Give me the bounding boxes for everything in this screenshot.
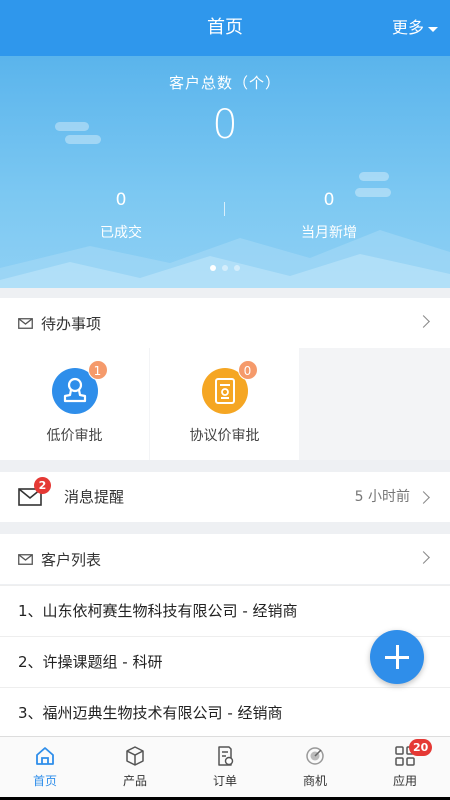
chevron-right-icon <box>417 551 430 564</box>
tab-home[interactable]: 首页 <box>0 737 90 800</box>
order-icon <box>218 746 234 766</box>
customer-total-value: 0 <box>212 102 238 148</box>
add-button[interactable] <box>370 630 424 684</box>
message-badge: 2 <box>34 477 51 494</box>
list-item[interactable]: 3、福州迈典生物技术有限公司 - 经销商 <box>0 687 450 738</box>
todo-item-label: 低价审批 <box>46 428 103 444</box>
stat-new-value: 0 <box>323 190 335 210</box>
opportunity-icon <box>306 747 324 765</box>
box-icon <box>126 746 144 766</box>
message-reminder-row[interactable]: 2 消息提醒 5 小时前 <box>0 472 450 522</box>
more-menu-button[interactable]: 更多 <box>392 0 438 56</box>
banner-pager <box>0 265 450 271</box>
page-title: 首页 <box>207 17 243 38</box>
caret-down-icon <box>428 26 438 32</box>
chevron-right-icon <box>417 491 430 504</box>
stat-closed-label: 已成交 <box>100 225 142 241</box>
stamp-icon: 1 <box>51 360 108 414</box>
stat-closed: 0 已成交 <box>46 190 196 242</box>
todo-item-label: 协议价审批 <box>189 428 260 444</box>
stat-new-this-month: 0 当月新增 <box>254 190 404 242</box>
todo-badge: 1 <box>87 360 108 380</box>
todo-item-agreement-price-approval[interactable]: 0 协议价审批 <box>150 348 299 460</box>
chevron-right-icon <box>417 315 430 328</box>
tab-label: 首页 <box>32 774 57 788</box>
tab-label: 订单 <box>212 774 237 788</box>
stat-divider <box>224 202 225 216</box>
tab-opportunities[interactable]: 商机 <box>270 737 360 800</box>
tab-products[interactable]: 产品 <box>90 737 180 800</box>
apps-badge: 20 <box>409 739 433 756</box>
top-bar: 首页 更多 <box>0 0 450 56</box>
pager-dot <box>210 265 216 271</box>
tab-label: 产品 <box>122 774 147 788</box>
todo-section-header[interactable]: 待办事项 <box>0 298 450 348</box>
todo-badge: 0 <box>237 360 258 380</box>
document-icon: 0 <box>201 360 258 414</box>
more-label: 更多 <box>391 18 424 37</box>
tab-label: 应用 <box>392 774 417 788</box>
customer-list-header[interactable]: 客户列表 <box>0 534 450 584</box>
stat-closed-value: 0 <box>115 190 127 210</box>
stat-new-label: 当月新增 <box>301 225 357 241</box>
tab-label: 商机 <box>302 774 327 788</box>
pager-dot <box>222 265 228 271</box>
message-label: 消息提醒 <box>64 488 125 506</box>
mail-icon <box>18 553 33 565</box>
mail-icon <box>18 317 33 329</box>
bottom-tab-bar: 首页 产品 订单 商机 20 应用 <box>0 736 450 800</box>
home-icon <box>36 747 54 765</box>
tab-orders[interactable]: 订单 <box>180 737 270 800</box>
customer-total-label: 客户总数（个） <box>168 74 281 92</box>
customer-list-title: 客户列表 <box>41 550 102 569</box>
todo-title: 待办事项 <box>41 314 102 333</box>
summary-banner[interactable]: 客户总数（个） 0 0 已成交 0 当月新增 <box>0 56 450 288</box>
tab-apps[interactable]: 20 应用 <box>360 737 450 800</box>
list-item[interactable]: 1、山东依柯赛生物科技有限公司 - 经销商 <box>0 585 450 636</box>
message-time: 5 小时前 <box>354 489 410 505</box>
todo-grid: 1 低价审批 0 协议价审批 <box>0 348 450 460</box>
todo-item-low-price-approval[interactable]: 1 低价审批 <box>0 348 149 460</box>
pager-dot <box>234 265 240 271</box>
